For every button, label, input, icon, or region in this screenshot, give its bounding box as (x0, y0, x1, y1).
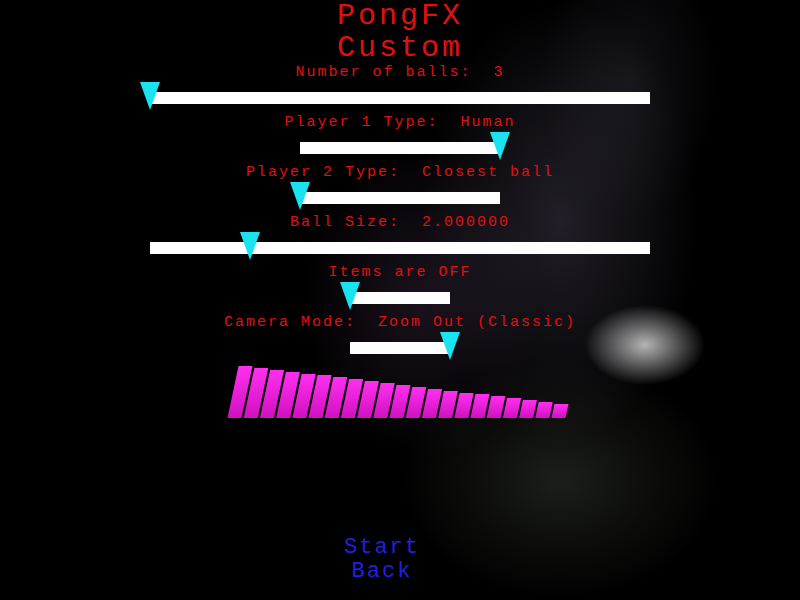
setting-row: Ball Size: 2.000000 (150, 214, 650, 254)
setting-row: Items are OFF (328, 264, 471, 304)
setting-row: Camera Mode: Zoom Out (Classic) (224, 314, 576, 354)
setting-row: Number of balls: 3 (150, 64, 650, 104)
visual-bar (519, 400, 537, 418)
slider-track[interactable] (300, 192, 500, 204)
slider-handle-icon[interactable] (240, 232, 260, 260)
setting-row: Player 2 Type: Closest ball (246, 164, 554, 204)
menu-item[interactable]: Back (352, 560, 413, 584)
setting-label: Number of balls: 3 (295, 64, 504, 82)
title: PongFXCustom (337, 0, 463, 64)
title-line: PongFX (337, 0, 463, 32)
slider-track[interactable] (350, 292, 450, 304)
game-screen: PongFXCustomNumber of balls: 3 Player 1 T… (0, 0, 800, 600)
slider-track[interactable] (300, 142, 500, 154)
visual-bar (503, 398, 521, 418)
setting-label: Camera Mode: Zoom Out (Classic) (224, 314, 576, 332)
settings-list: Number of balls: 3 Player 1 Type: Human Pl… (150, 64, 650, 354)
title-line: Custom (337, 32, 463, 64)
setting-label: Items are OFF (328, 264, 471, 282)
visual-bar (535, 402, 552, 418)
slider-handle-icon[interactable] (290, 182, 310, 210)
menu-item[interactable]: Start (344, 536, 420, 560)
slider-handle-icon[interactable] (340, 282, 360, 310)
slider-track[interactable] (350, 342, 450, 354)
setting-label: Ball Size: 2.000000 (290, 214, 510, 232)
slider-handle-icon[interactable] (140, 82, 160, 110)
visual-bar (552, 404, 569, 418)
bar-visual (233, 364, 567, 418)
menu: StartBack (344, 536, 420, 600)
slider-track[interactable] (150, 92, 650, 104)
slider-handle-icon[interactable] (490, 132, 510, 160)
setting-label: Player 1 Type: Human (284, 114, 515, 132)
slider-track[interactable] (150, 242, 650, 254)
setting-row: Player 1 Type: Human (284, 114, 515, 154)
custom-menu: PongFXCustomNumber of balls: 3 Player 1 T… (0, 0, 800, 600)
setting-label: Player 2 Type: Closest ball (246, 164, 554, 182)
slider-handle-icon[interactable] (440, 332, 460, 360)
